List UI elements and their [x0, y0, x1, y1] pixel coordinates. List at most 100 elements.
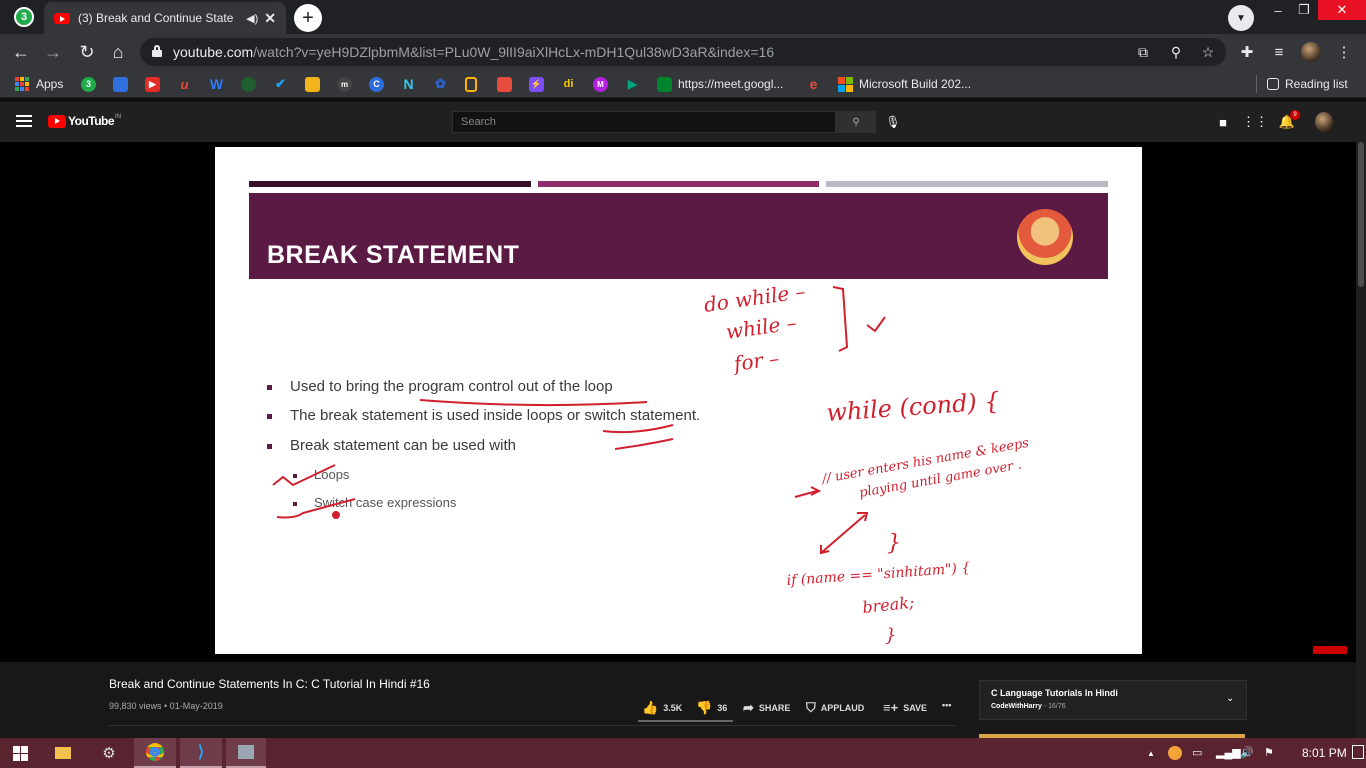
volume-icon[interactable]: 🔊	[1240, 746, 1254, 759]
action-center-icon[interactable]	[1352, 745, 1364, 759]
browser-tab-strip: 3 (3) Break and Continue State ◀) ✕ + ▼ …	[0, 0, 1366, 34]
app-taskbar-icon[interactable]	[226, 738, 266, 768]
tab-search-icon[interactable]: ▼	[1228, 5, 1254, 31]
youtube-header: YouTube IN Search ⚲ 🎙 ■ ⋮⋮ 🔔	[0, 102, 1366, 142]
bookmark-gear[interactable]: ✿	[433, 76, 454, 92]
bookmark-bolt[interactable]: ⚡	[529, 76, 550, 92]
hamburger-menu-icon[interactable]	[16, 115, 32, 127]
bookmark-n[interactable]: N	[401, 76, 422, 92]
playlist-title: C Language Tutorials In Hindi	[991, 688, 1118, 698]
bookmark-e[interactable]: e	[806, 76, 827, 92]
bookmark-bird[interactable]: ✔	[273, 76, 294, 92]
bookmark-youtube[interactable]: ▶	[145, 76, 166, 92]
meet-label: https://meet.googl...	[678, 77, 784, 91]
url-text: youtube.com/watch?v=yeH9DZlpbmM&list=PLu…	[173, 44, 775, 60]
more-actions-button[interactable]: •••	[942, 700, 951, 710]
reading-list-label: Reading list	[1285, 77, 1348, 91]
windows-start-icon[interactable]	[10, 738, 30, 768]
bookmark-msbuild[interactable]: Microsoft Build 202...	[838, 76, 971, 92]
bookmark-image[interactable]	[305, 76, 326, 92]
close-window-button[interactable]: ✕	[1318, 0, 1366, 20]
green-circle-icon	[241, 76, 256, 92]
apps-grid-icon[interactable]: ⋮⋮	[1242, 113, 1268, 131]
file-explorer-icon[interactable]	[50, 738, 76, 768]
e-icon: e	[809, 76, 818, 92]
chrome-taskbar-icon[interactable]	[134, 738, 176, 768]
lock-icon[interactable]	[152, 45, 162, 57]
applaud-button[interactable]: ⛉ APPLAUD	[806, 700, 864, 716]
tray-overflow-icon[interactable]: ▲	[1147, 749, 1155, 758]
home-icon[interactable]: ⌂	[107, 41, 129, 63]
bookmark-c[interactable]: C	[369, 76, 390, 92]
settings-gear-icon[interactable]: ⚙	[96, 738, 122, 768]
wifi-signal-icon[interactable]: ▂▄▆	[1216, 746, 1241, 759]
bookmark-w[interactable]: W	[209, 76, 230, 92]
microphone-icon[interactable]: 🎙	[884, 113, 902, 131]
dislike-button[interactable]: 👎 36	[696, 700, 727, 716]
youtube-icon: ▶	[145, 76, 160, 92]
bookmark-cube[interactable]	[497, 76, 518, 92]
bookmark-doc[interactable]	[465, 76, 483, 92]
tab-close-icon[interactable]: ✕	[264, 10, 276, 27]
profile-avatar[interactable]	[1301, 42, 1321, 62]
address-bar[interactable]: youtube.com/watch?v=yeH9DZlpbmM&list=PLu…	[140, 38, 1226, 66]
msbuild-label: Microsoft Build 202...	[859, 77, 972, 91]
video-player[interactable]: BREAK STATEMENT Used to bring the progra…	[0, 142, 1366, 662]
forward-arrow-icon[interactable]: →	[42, 41, 64, 63]
video-frame-slide: BREAK STATEMENT Used to bring the progra…	[215, 147, 1142, 654]
account-avatar[interactable]	[1315, 112, 1333, 132]
extensions-icon[interactable]: ✚	[1237, 42, 1257, 62]
ink-break-line: break;	[861, 593, 915, 617]
battery-icon[interactable]: ▭	[1192, 746, 1202, 759]
bookmark-apps[interactable]: Apps	[15, 76, 63, 92]
ink-close-brace-1: }	[887, 531, 901, 556]
open-in-app-icon[interactable]: ⧉	[1134, 43, 1152, 61]
playlist-panel[interactable]: C Language Tutorials In Hindi CodeWithHa…	[979, 680, 1247, 720]
tab-youtube-video[interactable]: (3) Break and Continue State ◀) ✕	[44, 2, 286, 34]
search-button[interactable]: ⚲	[836, 111, 876, 133]
bookmark-meet[interactable]: https://meet.googl...	[657, 76, 783, 92]
search-input[interactable]: Search	[452, 111, 836, 133]
vscode-taskbar-icon[interactable]: ⟩	[180, 738, 222, 768]
speaker-icon[interactable]: ◀)	[246, 12, 258, 25]
bookmark-whatsapp[interactable]: 3	[81, 76, 102, 92]
taskbar-clock[interactable]: 8:01 PM	[1302, 746, 1347, 760]
language-icon[interactable]: ⚑	[1264, 746, 1274, 759]
thumbs-up-icon: 👍	[642, 700, 659, 715]
scrollbar-thumb[interactable]	[1358, 142, 1364, 287]
create-video-icon[interactable]: ■	[1214, 113, 1232, 131]
youtube-logo[interactable]: YouTube IN	[48, 114, 121, 128]
new-tab-button[interactable]: +	[294, 4, 322, 32]
bookmark-udemy[interactable]: u	[177, 76, 198, 92]
back-arrow-icon[interactable]: ←	[10, 41, 32, 63]
ink-loop-2: while –	[724, 310, 798, 344]
zoom-icon[interactable]: ⚲	[1167, 43, 1185, 61]
image-icon	[305, 76, 320, 92]
share-arrow-icon: ➦	[743, 700, 754, 715]
media-control-icon[interactable]: ≡	[1269, 42, 1289, 62]
reload-icon[interactable]: ↻	[76, 41, 98, 63]
apps-grid-icon	[15, 77, 29, 91]
bookmark-star-icon[interactable]: ☆	[1199, 43, 1217, 61]
whatsapp-tab-icon[interactable]: 3	[12, 6, 36, 28]
bookmark-play[interactable]: ▶	[625, 76, 646, 92]
tray-app-icon[interactable]	[1168, 746, 1182, 760]
bookmark-di[interactable]: di	[561, 76, 582, 92]
play-store-icon: ▶	[627, 77, 638, 91]
like-button[interactable]: 👍 3.5K	[642, 700, 682, 716]
handwritten-annotations: do while – while – for – while (cond) { …	[272, 279, 1030, 646]
save-button[interactable]: ≡+ SAVE	[883, 700, 927, 715]
bookmark-calendar[interactable]	[113, 76, 134, 92]
page-scrollbar[interactable]	[1356, 142, 1366, 738]
menu-kebab-icon[interactable]: ⋮	[1334, 42, 1354, 62]
tab-title: (3) Break and Continue State	[78, 11, 234, 25]
subscribe-watermark[interactable]	[1313, 646, 1347, 654]
bookmark-green-circle[interactable]	[241, 76, 262, 92]
bookmarks-separator	[1256, 75, 1257, 93]
bookmark-mailchimp[interactable]: M	[593, 76, 614, 92]
chevron-down-icon[interactable]: ⌄	[1226, 693, 1234, 704]
reading-list-button[interactable]: Reading list	[1267, 76, 1348, 92]
bookmark-m[interactable]: m	[337, 76, 358, 92]
meet-icon	[657, 76, 672, 92]
share-button[interactable]: ➦ SHARE	[743, 700, 790, 716]
